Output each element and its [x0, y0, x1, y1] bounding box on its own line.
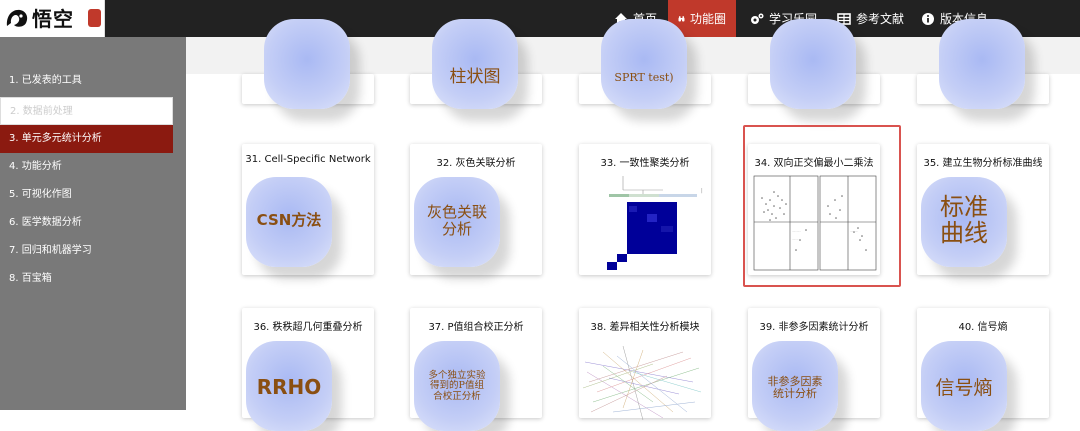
info-icon — [922, 12, 934, 25]
sidebar-item-preprocessing[interactable]: 2. 数据前处理 — [0, 97, 173, 125]
svg-text:|: | — [701, 188, 703, 194]
sidebar-item-visualization[interactable]: 5. 可视化作图 — [0, 181, 173, 209]
card-illustration-text: CSN方法 — [256, 211, 322, 229]
tool-card-partial[interactable] — [748, 19, 880, 109]
card-illustration-text: 非参多因素 统计分析 — [767, 375, 823, 401]
binoculars-icon — [678, 15, 685, 21]
tool-card-39[interactable]: 39. 非参多因素统计分析 非参多因素 统计分析 — [748, 308, 880, 431]
site-logo[interactable]: 悟空 — [0, 0, 105, 37]
logo-text: 悟空 — [32, 7, 74, 31]
sidebar-item-label: 8. 百宝箱 — [9, 273, 52, 284]
tool-card-40[interactable]: 40. 信号熵 信号熵 — [917, 308, 1049, 431]
tool-card-35[interactable]: 35. 建立生物分析标准曲线 标准 曲线 — [917, 144, 1049, 275]
card-title: 35. 建立生物分析标准曲线 — [923, 158, 1043, 169]
tool-card-partial[interactable]: 柱状图 — [410, 19, 542, 109]
card-title: 33. 一致性聚类分析 — [600, 158, 690, 169]
tool-card-33[interactable]: 33. 一致性聚类分析 | — [579, 144, 711, 275]
consensus-heatmap-thumbnail: | — [607, 176, 703, 270]
card-title: 40. 信号熵 — [958, 322, 1008, 333]
card-illustration-text: 灰色关联 分析 — [426, 203, 487, 238]
card-illustration — [601, 19, 687, 109]
sidebar-item-toolbox[interactable]: 8. 百宝箱 — [0, 265, 173, 293]
sidebar-item-published-tools[interactable]: 1. 已发表的工具 — [0, 67, 173, 95]
card-title: 37. P值组合校正分析 — [428, 322, 524, 333]
card-illustration-text: 信号熵 — [935, 377, 993, 399]
card-title: 36. 秩秩超几何重叠分析 — [253, 322, 363, 333]
sidebar: 1. 已发表的工具 2. 数据前处理 3. 单元多元统计分析 4. 功能分析 5… — [0, 37, 186, 410]
main-content: 柱状图 SPRT test) 31. Cell-Specific Network… — [186, 19, 1080, 431]
tool-card-partial[interactable]: SPRT test) — [579, 19, 711, 109]
sidebar-item-label: 3. 单元多元统计分析 — [9, 133, 102, 144]
selected-card-highlight — [743, 125, 901, 287]
card-illustration-text: 标准 曲线 — [940, 193, 988, 248]
correlation-network-thumbnail — [583, 345, 702, 421]
card-illustration-text: 柱状图 — [449, 67, 501, 87]
sidebar-item-label: 7. 回归和机器学习 — [9, 245, 92, 256]
card-title: 32. 灰色关联分析 — [436, 158, 516, 169]
monkey-logo-icon — [6, 9, 28, 27]
tool-card-32[interactable]: 32. 灰色关联分析 灰色关联 分析 — [410, 144, 542, 275]
tool-card-31[interactable]: 31. Cell-Specific Network CSN方法 — [242, 144, 374, 275]
tool-card-partial[interactable] — [242, 19, 374, 109]
tool-card-36[interactable]: 36. 秩秩超几何重叠分析 RRHO — [242, 308, 374, 431]
tool-card-partial[interactable] — [917, 19, 1049, 109]
nav-references-label: 参考文献 — [856, 12, 905, 26]
logo-seal — [88, 9, 101, 27]
card-illustration-text: SPRT test) — [614, 71, 674, 84]
nav-functions-label: 功能圈 — [689, 12, 726, 26]
sidebar-item-multivariate-stats[interactable]: 3. 单元多元统计分析 — [0, 125, 173, 153]
sidebar-item-label: 1. 已发表的工具 — [9, 75, 82, 86]
card-illustration — [264, 19, 350, 109]
card-illustration — [939, 19, 1025, 109]
sidebar-item-label: 4. 功能分析 — [9, 161, 62, 172]
card-illustration — [770, 19, 856, 109]
tool-card-38[interactable]: 38. 差异相关性分析模块 — [579, 308, 711, 421]
tool-card-37[interactable]: 37. P值组合校正分析 多个独立实验 得到的P值组 合校正分析 — [410, 308, 542, 431]
sidebar-item-label: 5. 可视化作图 — [9, 189, 72, 200]
gears-icon — [751, 13, 764, 24]
card-title: 31. Cell-Specific Network — [245, 154, 371, 165]
sidebar-item-functional-analysis[interactable]: 4. 功能分析 — [0, 153, 173, 181]
top-navbar: 悟空 首页 功能圈 学习乐园 — [0, 0, 1080, 37]
card-illustration-text: 多个独立实验 得到的P值组 合校正分析 — [428, 370, 486, 402]
card-illustration-text: RRHO — [256, 375, 322, 399]
card-title: 39. 非参多因素统计分析 — [759, 322, 869, 333]
card-illustration — [432, 19, 518, 109]
sidebar-item-regression-ml[interactable]: 7. 回归和机器学习 — [0, 237, 173, 265]
sidebar-item-label: 6. 医学数据分析 — [9, 217, 82, 228]
sidebar-item-label: 2. 数据前处理 — [10, 106, 73, 117]
card-title: 38. 差异相关性分析模块 — [590, 322, 700, 333]
sidebar-item-medical-data[interactable]: 6. 医学数据分析 — [0, 209, 173, 237]
